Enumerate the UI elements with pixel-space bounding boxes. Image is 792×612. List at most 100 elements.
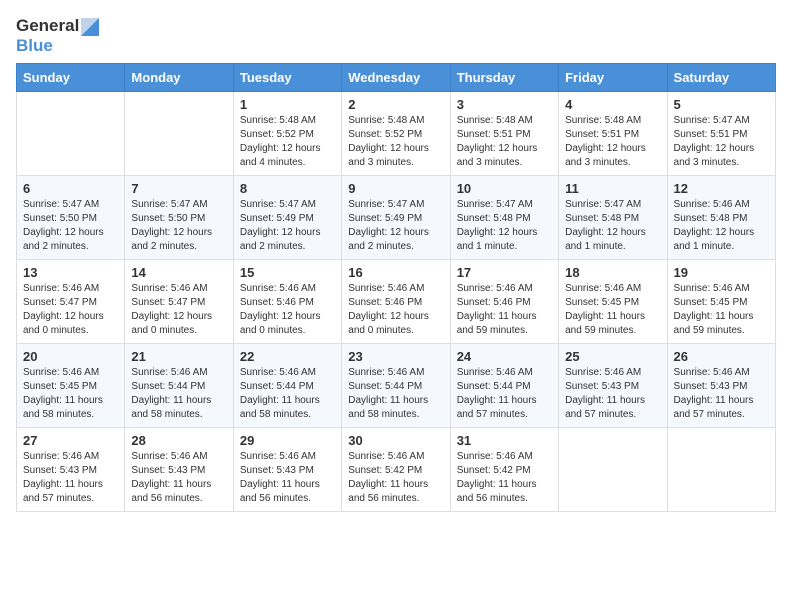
day-info: Sunrise: 5:46 AM Sunset: 5:45 PM Dayligh… <box>565 282 660 338</box>
day-number: 29 <box>240 433 335 448</box>
day-info: Sunrise: 5:47 AM Sunset: 5:50 PM Dayligh… <box>131 198 226 254</box>
calendar-cell: 8 Sunrise: 5:47 AM Sunset: 5:49 PM Daylig… <box>233 176 341 260</box>
day-info: Sunrise: 5:47 AM Sunset: 5:49 PM Dayligh… <box>348 198 443 254</box>
day-number: 10 <box>457 181 552 196</box>
day-info: Sunrise: 5:46 AM Sunset: 5:47 PM Dayligh… <box>23 282 118 338</box>
weekday-header-wednesday: Wednesday <box>342 64 450 92</box>
day-info: Sunrise: 5:46 AM Sunset: 5:42 PM Dayligh… <box>457 450 552 506</box>
calendar-cell: 21Sunrise: 5:46 AM Sunset: 5:44 PM Dayli… <box>125 344 233 428</box>
day-number: 20 <box>23 349 118 364</box>
day-number: 8 <box>240 181 335 196</box>
calendar-cell: 4 Sunrise: 5:48 AM Sunset: 5:51 PM Daylig… <box>559 92 667 176</box>
day-number: 30 <box>348 433 443 448</box>
calendar-cell: 1 Sunrise: 5:48 AM Sunset: 5:52 PM Daylig… <box>233 92 341 176</box>
logo-blue: Blue <box>16 36 99 56</box>
weekday-header-friday: Friday <box>559 64 667 92</box>
day-info: Sunrise: 5:48 AM Sunset: 5:51 PM Dayligh… <box>457 114 552 170</box>
weekday-header-thursday: Thursday <box>450 64 558 92</box>
calendar-week-5: 27 Sunrise: 5:46 AM Sunset: 5:43 PM Dayli… <box>17 428 776 512</box>
day-info: Sunrise: 5:46 AM Sunset: 5:43 PM Dayligh… <box>565 366 660 422</box>
calendar-week-2: 6 Sunrise: 5:47 AM Sunset: 5:50 PM Daylig… <box>17 176 776 260</box>
day-number: 3 <box>457 97 552 112</box>
calendar-cell: 29 Sunrise: 5:46 AM Sunset: 5:43 PM Dayli… <box>233 428 341 512</box>
day-number: 21 <box>131 349 226 364</box>
day-info: Sunrise: 5:47 AM Sunset: 5:49 PM Dayligh… <box>240 198 335 254</box>
day-number: 24 <box>457 349 552 364</box>
day-info: Sunrise: 5:48 AM Sunset: 5:52 PM Dayligh… <box>240 114 335 170</box>
day-info: Sunrise: 5:47 AM Sunset: 5:48 PM Dayligh… <box>457 198 552 254</box>
calendar-week-3: 13 Sunrise: 5:46 AM Sunset: 5:47 PM Dayli… <box>17 260 776 344</box>
day-info: Sunrise: 5:47 AM Sunset: 5:48 PM Dayligh… <box>565 198 660 254</box>
calendar-cell: 18 Sunrise: 5:46 AM Sunset: 5:45 PM Dayli… <box>559 260 667 344</box>
calendar-cell <box>667 428 775 512</box>
calendar-cell: 15Sunrise: 5:46 AM Sunset: 5:46 PM Dayli… <box>233 260 341 344</box>
day-number: 22 <box>240 349 335 364</box>
calendar-cell: 22 Sunrise: 5:46 AM Sunset: 5:44 PM Dayli… <box>233 344 341 428</box>
calendar-cell: 12 Sunrise: 5:46 AM Sunset: 5:48 PM Dayli… <box>667 176 775 260</box>
day-info: Sunrise: 5:46 AM Sunset: 5:42 PM Dayligh… <box>348 450 443 506</box>
day-number: 13 <box>23 265 118 280</box>
calendar-cell: 24 Sunrise: 5:46 AM Sunset: 5:44 PM Dayli… <box>450 344 558 428</box>
day-info: Sunrise: 5:48 AM Sunset: 5:52 PM Dayligh… <box>348 114 443 170</box>
day-number: 7 <box>131 181 226 196</box>
calendar-cell: 17 Sunrise: 5:46 AM Sunset: 5:46 PM Dayli… <box>450 260 558 344</box>
day-info: Sunrise: 5:46 AM Sunset: 5:46 PM Dayligh… <box>348 282 443 338</box>
calendar-week-1: 1 Sunrise: 5:48 AM Sunset: 5:52 PM Daylig… <box>17 92 776 176</box>
day-number: 18 <box>565 265 660 280</box>
weekday-header-saturday: Saturday <box>667 64 775 92</box>
calendar-cell: 3 Sunrise: 5:48 AM Sunset: 5:51 PM Daylig… <box>450 92 558 176</box>
calendar-cell: 20 Sunrise: 5:46 AM Sunset: 5:45 PM Dayli… <box>17 344 125 428</box>
calendar-cell: 14 Sunrise: 5:46 AM Sunset: 5:47 PM Dayli… <box>125 260 233 344</box>
day-number: 1 <box>240 97 335 112</box>
calendar-cell <box>559 428 667 512</box>
day-number: 23 <box>348 349 443 364</box>
weekday-header-row: SundayMondayTuesdayWednesdayThursdayFrid… <box>17 64 776 92</box>
day-info: Sunrise: 5:46 AM Sunset: 5:45 PM Dayligh… <box>23 366 118 422</box>
day-info: Sunrise: 5:46 AM Sunset: 5:46 PM Dayligh… <box>457 282 552 338</box>
calendar-cell: 31 Sunrise: 5:46 AM Sunset: 5:42 PM Dayli… <box>450 428 558 512</box>
day-number: 27 <box>23 433 118 448</box>
logo: General Blue <box>16 16 99 55</box>
day-info: Sunrise: 5:48 AM Sunset: 5:51 PM Dayligh… <box>565 114 660 170</box>
calendar-cell: 30 Sunrise: 5:46 AM Sunset: 5:42 PM Dayli… <box>342 428 450 512</box>
day-number: 28 <box>131 433 226 448</box>
day-info: Sunrise: 5:46 AM Sunset: 5:44 PM Dayligh… <box>348 366 443 422</box>
calendar-week-4: 20 Sunrise: 5:46 AM Sunset: 5:45 PM Dayli… <box>17 344 776 428</box>
day-number: 26 <box>674 349 769 364</box>
day-info: Sunrise: 5:46 AM Sunset: 5:43 PM Dayligh… <box>131 450 226 506</box>
calendar-cell: 7 Sunrise: 5:47 AM Sunset: 5:50 PM Daylig… <box>125 176 233 260</box>
day-number: 4 <box>565 97 660 112</box>
day-info: Sunrise: 5:46 AM Sunset: 5:43 PM Dayligh… <box>240 450 335 506</box>
calendar-cell: 25 Sunrise: 5:46 AM Sunset: 5:43 PM Dayli… <box>559 344 667 428</box>
calendar-cell <box>17 92 125 176</box>
day-info: Sunrise: 5:46 AM Sunset: 5:43 PM Dayligh… <box>674 366 769 422</box>
calendar-cell: 2Sunrise: 5:48 AM Sunset: 5:52 PM Daylig… <box>342 92 450 176</box>
day-info: Sunrise: 5:46 AM Sunset: 5:47 PM Dayligh… <box>131 282 226 338</box>
day-number: 17 <box>457 265 552 280</box>
day-info: Sunrise: 5:46 AM Sunset: 5:44 PM Dayligh… <box>240 366 335 422</box>
weekday-header-monday: Monday <box>125 64 233 92</box>
day-number: 31 <box>457 433 552 448</box>
day-info: Sunrise: 5:47 AM Sunset: 5:51 PM Dayligh… <box>674 114 769 170</box>
day-info: Sunrise: 5:46 AM Sunset: 5:44 PM Dayligh… <box>457 366 552 422</box>
page-header: General Blue <box>16 16 776 55</box>
calendar-cell: 27Sunrise: 5:46 AM Sunset: 5:43 PM Dayli… <box>17 428 125 512</box>
calendar-cell: 13 Sunrise: 5:46 AM Sunset: 5:47 PM Dayli… <box>17 260 125 344</box>
day-number: 25 <box>565 349 660 364</box>
calendar-cell: 11Sunrise: 5:47 AM Sunset: 5:48 PM Dayli… <box>559 176 667 260</box>
day-info: Sunrise: 5:47 AM Sunset: 5:50 PM Dayligh… <box>23 198 118 254</box>
calendar-cell: 19Sunrise: 5:46 AM Sunset: 5:45 PM Dayli… <box>667 260 775 344</box>
calendar-cell: 16Sunrise: 5:46 AM Sunset: 5:46 PM Dayli… <box>342 260 450 344</box>
logo-general: General <box>16 16 99 36</box>
calendar-cell: 9Sunrise: 5:47 AM Sunset: 5:49 PM Daylig… <box>342 176 450 260</box>
day-number: 14 <box>131 265 226 280</box>
calendar-cell: 26 Sunrise: 5:46 AM Sunset: 5:43 PM Dayli… <box>667 344 775 428</box>
day-info: Sunrise: 5:46 AM Sunset: 5:46 PM Dayligh… <box>240 282 335 338</box>
day-number: 12 <box>674 181 769 196</box>
day-number: 6 <box>23 181 118 196</box>
calendar-cell: 10 Sunrise: 5:47 AM Sunset: 5:48 PM Dayli… <box>450 176 558 260</box>
weekday-header-tuesday: Tuesday <box>233 64 341 92</box>
day-number: 5 <box>674 97 769 112</box>
calendar-cell <box>125 92 233 176</box>
day-info: Sunrise: 5:46 AM Sunset: 5:48 PM Dayligh… <box>674 198 769 254</box>
